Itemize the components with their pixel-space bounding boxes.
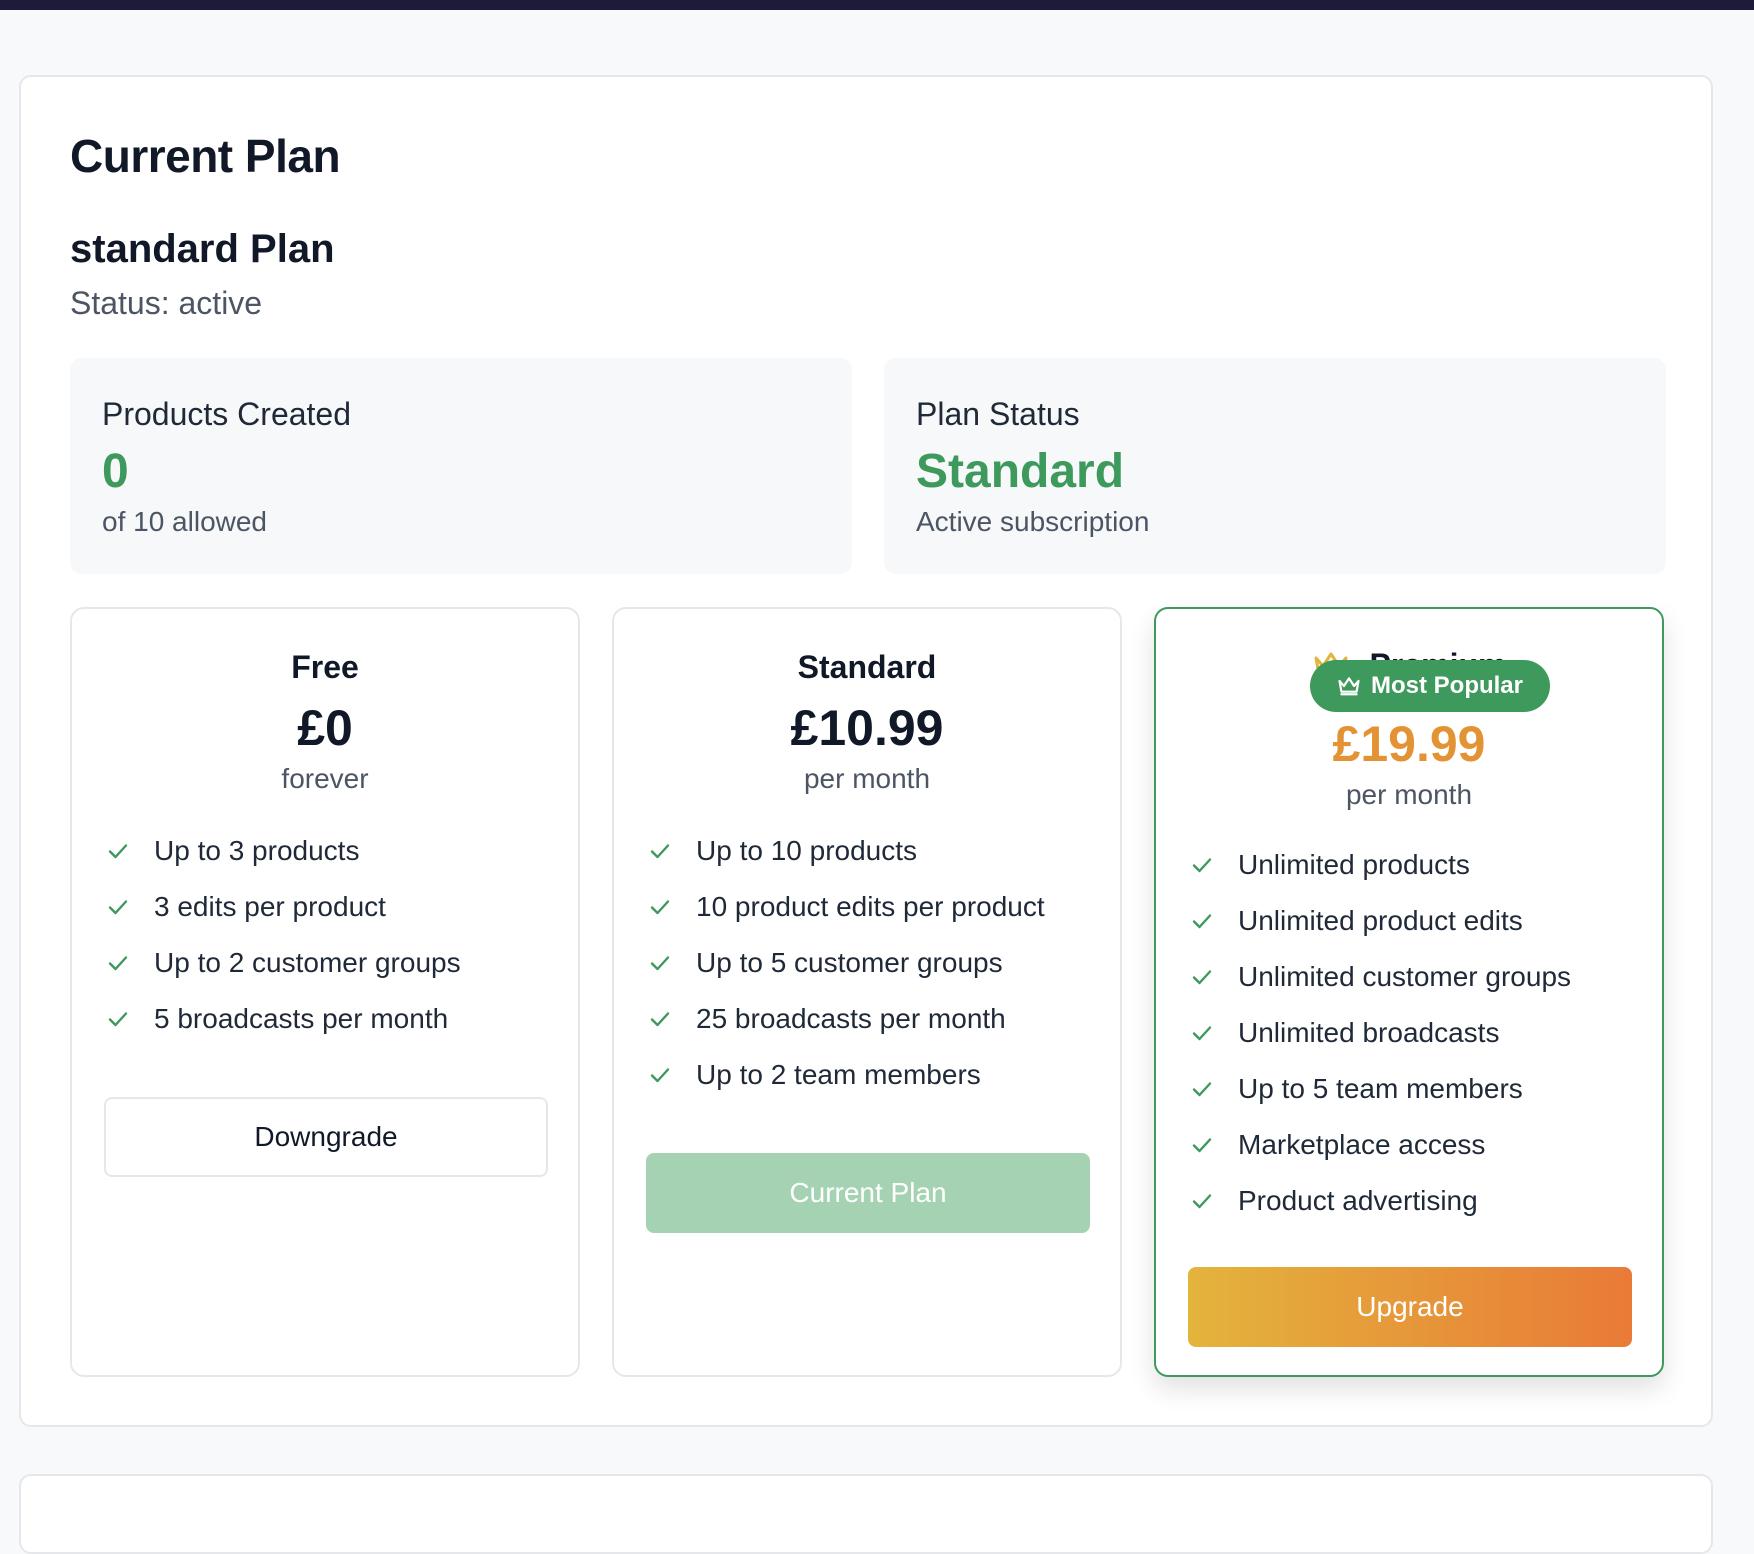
feature-item: 10 product edits per product [648, 879, 1045, 935]
feature-item: 5 broadcasts per month [106, 991, 461, 1047]
feature-text: Up to 3 products [154, 835, 360, 866]
check-icon [650, 1068, 670, 1083]
feature-text: Up to 2 team members [696, 1059, 981, 1090]
check-icon [108, 900, 128, 915]
plan-card-price: £0 [297, 700, 353, 756]
plan-card-price: £19.99 [1332, 716, 1486, 772]
stat-value: Standard [916, 445, 1125, 498]
standard-plan-card: Standard £10.99 per month Up to 10 produ… [612, 607, 1122, 1377]
feature-item: Unlimited broadcasts [1190, 1005, 1571, 1061]
feature-text: 25 broadcasts per month [696, 1003, 1006, 1034]
check-icon [650, 1012, 670, 1027]
feature-item: Unlimited product edits [1190, 893, 1571, 949]
badge-text: Most Popular [1370, 672, 1523, 699]
feature-text: Up to 2 customer groups [154, 947, 461, 978]
check-icon [1192, 1194, 1212, 1209]
premium-plan-card: Premium £19.99 per month Unlimited produ… [1154, 607, 1664, 1377]
feature-item: Up to 2 customer groups [106, 935, 461, 991]
plan-card-name: Free [291, 649, 359, 685]
feature-list: Up to 10 products 10 product edits per p… [648, 823, 1045, 1103]
feature-item: Up to 2 team members [648, 1047, 1045, 1103]
plan-status-text: Status: active [70, 285, 263, 321]
page-title: Current Plan [70, 130, 341, 182]
feature-item: Up to 3 products [106, 823, 461, 879]
most-popular-badge: Most Popular [1310, 660, 1550, 712]
crown-icon [1338, 677, 1360, 696]
feature-text: Unlimited customer groups [1238, 961, 1572, 992]
check-icon [108, 1012, 128, 1027]
feature-text: 10 product edits per product [696, 891, 1045, 922]
plan-card-name: Standard [797, 649, 937, 685]
current-plan-button[interactable]: Current Plan [646, 1153, 1090, 1233]
plan-card-period: per month [803, 763, 931, 794]
check-icon [108, 844, 128, 859]
stat-value: 0 [102, 445, 129, 498]
check-icon [650, 956, 670, 971]
check-icon [650, 844, 670, 859]
stat-subtext: Active subscription [916, 506, 1150, 537]
plan-card-period: forever [281, 763, 369, 794]
feature-text: 5 broadcasts per month [154, 1003, 449, 1034]
current-plan-card: Current Plan standard Plan Status: activ… [19, 75, 1713, 1427]
products-created-stat: Products Created 0 of 10 allowed [70, 358, 852, 574]
feature-text: Up to 5 team members [1238, 1073, 1523, 1104]
next-section-card [19, 1474, 1713, 1554]
check-icon [1192, 970, 1212, 985]
feature-text: Product advertising [1238, 1185, 1478, 1216]
plan-card-price: £10.99 [790, 700, 944, 756]
feature-item: Unlimited products [1190, 837, 1571, 893]
check-icon [1192, 914, 1212, 929]
check-icon [1192, 1138, 1212, 1153]
check-icon [1192, 1026, 1212, 1041]
feature-text: Marketplace access [1238, 1129, 1486, 1160]
feature-item: Up to 5 team members [1190, 1061, 1571, 1117]
plan-status-stat: Plan Status Standard Active subscription [884, 358, 1666, 574]
stat-label: Products Created [102, 396, 352, 432]
feature-text: Up to 10 products [696, 835, 918, 866]
check-icon [1192, 858, 1212, 873]
free-plan-card: Free £0 forever Up to 3 products 3 edits… [70, 607, 580, 1377]
stat-subtext: of 10 allowed [102, 506, 268, 537]
check-icon [650, 900, 670, 915]
feature-text: 3 edits per product [154, 891, 386, 922]
feature-text: Unlimited product edits [1238, 905, 1523, 936]
upgrade-button[interactable]: Upgrade [1188, 1267, 1632, 1347]
feature-text: Unlimited products [1238, 849, 1470, 880]
feature-item: Product advertising [1190, 1173, 1571, 1229]
feature-item: 25 broadcasts per month [648, 991, 1045, 1047]
plan-name: standard Plan [70, 227, 335, 271]
plan-card-period: per month [1345, 779, 1473, 810]
check-icon [1192, 1082, 1212, 1097]
feature-item: Up to 10 products [648, 823, 1045, 879]
feature-text: Up to 5 customer groups [696, 947, 1003, 978]
downgrade-button[interactable]: Downgrade [104, 1097, 548, 1177]
feature-list: Up to 3 products 3 edits per product Up … [106, 823, 461, 1047]
feature-item: 3 edits per product [106, 879, 461, 935]
feature-list: Unlimited products Unlimited product edi… [1190, 837, 1571, 1229]
feature-text: Unlimited broadcasts [1238, 1017, 1500, 1048]
stat-label: Plan Status [916, 396, 1080, 432]
feature-item: Marketplace access [1190, 1117, 1571, 1173]
top-nav-bar [0, 0, 1754, 10]
feature-item: Unlimited customer groups [1190, 949, 1571, 1005]
check-icon [108, 956, 128, 971]
feature-item: Up to 5 customer groups [648, 935, 1045, 991]
